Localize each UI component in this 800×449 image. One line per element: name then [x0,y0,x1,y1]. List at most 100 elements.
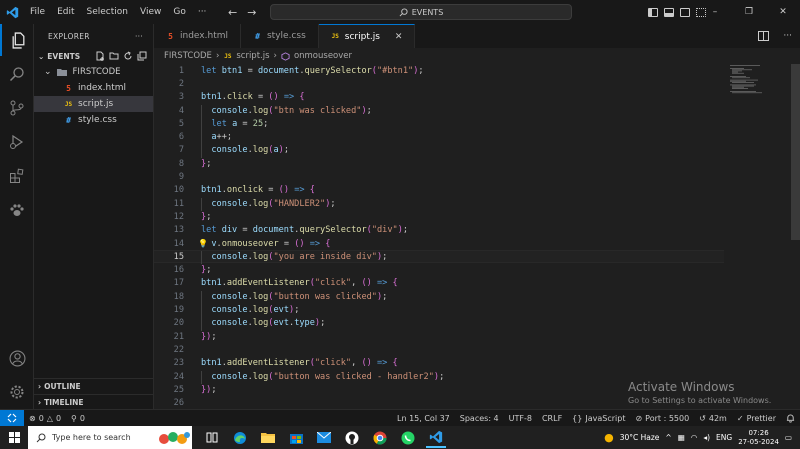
extensions-icon[interactable] [0,160,34,192]
chrome-icon[interactable] [370,428,390,448]
code-line[interactable]: 7 console.log(a); [154,144,724,157]
code-line[interactable]: 14 v.onmouseover = () => {💡 [154,237,724,250]
code-line[interactable]: 4 console.log("btn was clicked"); [154,104,724,117]
close-icon[interactable]: ✕ [395,32,403,42]
run-debug-icon[interactable] [0,126,34,158]
tab-index-html[interactable]: 5 index.html [154,24,241,48]
collapse-all-icon[interactable] [137,51,147,61]
github-icon[interactable] [342,428,362,448]
explorer-more-button[interactable]: ··· [135,32,143,41]
code-line[interactable]: 21}); [154,330,724,343]
code-line[interactable]: 15 console.log("you are inside div"); [154,250,724,264]
file-explorer-icon[interactable] [258,428,278,448]
problems-indicator[interactable]: ⊗ 0 △ 0 [24,414,66,423]
workspace-section[interactable]: ⌄ EVENTS [34,48,153,64]
code-line[interactable]: 1 let btn1 = document.querySelector("#btn… [154,64,724,77]
toggle-sidebar-icon[interactable] [648,7,658,17]
wifi-icon[interactable]: ◠ [691,433,698,442]
weather-text[interactable]: 30°C Haze [620,433,660,442]
menu-go[interactable]: Go [167,0,191,24]
breadcrumb-file[interactable]: script.js [236,51,269,61]
tab-script-js[interactable]: JS script.js ✕ [318,24,416,48]
menu-view[interactable]: View [134,0,167,24]
taskbar-search[interactable]: Type here to search [28,426,192,449]
file-row-style-css[interactable]: # style.css [34,112,153,128]
code-line[interactable]: 6 a++; [154,131,724,144]
forward-arrow-icon[interactable]: → [247,6,256,19]
code-line[interactable]: 20 console.log(evt.type); [154,317,724,330]
lightbulb-icon[interactable]: 💡 [198,239,208,248]
account-icon[interactable] [0,342,34,374]
edge-browser-icon[interactable] [230,428,250,448]
vscode-taskbar-icon[interactable] [426,428,446,448]
back-arrow-icon[interactable]: ← [228,6,237,19]
code-line[interactable]: 3 btn1.click = () => { [154,91,724,104]
code-line[interactable]: 12}; [154,210,724,223]
code-line[interactable]: 22 [154,343,724,356]
close-window-button[interactable]: ✕ [766,0,800,24]
code-editor[interactable]: 1 let btn1 = document.querySelector("#btn… [154,64,800,409]
chevron-up-icon[interactable]: ^ [665,433,671,442]
notification-center-icon[interactable]: ▭ [785,433,792,442]
explorer-icon[interactable] [0,24,34,56]
refresh-icon[interactable] [123,51,133,61]
file-row-index-html[interactable]: 5 index.html [34,80,153,96]
network-icon[interactable]: ▦ [678,433,685,442]
code-line[interactable]: 13 let div = document.querySelector("div"… [154,224,724,237]
code-line[interactable]: 2 [154,77,724,90]
code-line[interactable]: 17 btn1.addEventListener("click", () => { [154,277,724,290]
code-line[interactable]: 11 console.log("HANDLER2"); [154,197,724,210]
tab-style-css[interactable]: # style.css [241,24,319,48]
volume-icon[interactable]: ◂) [703,433,710,442]
command-center-search[interactable]: EVENTS [270,4,572,20]
new-folder-icon[interactable] [109,51,119,61]
mail-icon[interactable] [314,428,334,448]
toggle-secondary-sidebar-icon[interactable] [680,7,690,17]
menu-more[interactable]: ··· [192,0,213,24]
minimap[interactable] [728,64,786,94]
code-line[interactable]: 9 [154,170,724,183]
weather-sun-icon[interactable]: ● [604,431,614,444]
code-line[interactable]: 10 btn1.onclick = () => { [154,184,724,197]
file-row-script-js[interactable]: JS script.js [34,96,153,112]
new-file-icon[interactable] [95,51,105,61]
source-control-icon[interactable] [0,92,34,124]
scrollbar-thumb[interactable] [791,64,800,240]
code-line[interactable]: 16}; [154,264,724,277]
time-tracker[interactable]: ↺ 42m [694,414,732,423]
timeline-section[interactable]: › TIMELINE [34,394,154,410]
code-line[interactable]: 5 let a = 25; [154,117,724,130]
search-view-icon[interactable] [0,58,34,90]
windows-start-icon[interactable] [0,432,28,443]
breadcrumb-symbol[interactable]: onmouseover [294,51,352,61]
end-of-line[interactable]: CRLF [537,414,567,423]
prettier-status[interactable]: ✓ Prettier [732,414,781,423]
restore-button[interactable]: ❐ [732,0,766,24]
remote-indicator-icon[interactable] [0,409,24,427]
encoding[interactable]: UTF-8 [504,414,537,423]
menu-edit[interactable]: Edit [51,0,80,24]
clock[interactable]: 07:26 27-05-2024 [738,429,779,447]
menu-selection[interactable]: Selection [81,0,134,24]
notifications-bell-icon[interactable] [781,414,800,423]
menu-file[interactable]: File [24,0,51,24]
outline-section[interactable]: › OUTLINE [34,378,154,394]
minimize-button[interactable]: – [698,0,732,24]
code-line[interactable]: 23 btn1.addEventListener("click", () => { [154,357,724,370]
paw-extension-icon[interactable] [0,194,34,226]
breadcrumb-folder[interactable]: FIRSTCODE [164,51,212,61]
language-indicator[interactable]: ENG [716,433,732,442]
task-view-icon[interactable] [202,428,222,448]
editor-scrollbar[interactable] [788,64,800,409]
folder-row[interactable]: ⌄ FIRSTCODE [34,64,153,80]
cursor-position[interactable]: Ln 15, Col 37 [392,414,455,423]
microsoft-store-icon[interactable] [286,428,306,448]
more-actions-icon[interactable]: ··· [783,31,792,41]
toggle-panel-icon[interactable] [664,7,674,17]
indentation[interactable]: Spaces: 4 [455,414,504,423]
split-editor-icon[interactable] [758,31,770,41]
language-mode[interactable]: {} JavaScript [567,414,630,423]
code-line[interactable]: 8}; [154,157,724,170]
code-line[interactable]: 18 console.log("button was clicked"); [154,290,724,303]
whatsapp-icon[interactable] [398,428,418,448]
